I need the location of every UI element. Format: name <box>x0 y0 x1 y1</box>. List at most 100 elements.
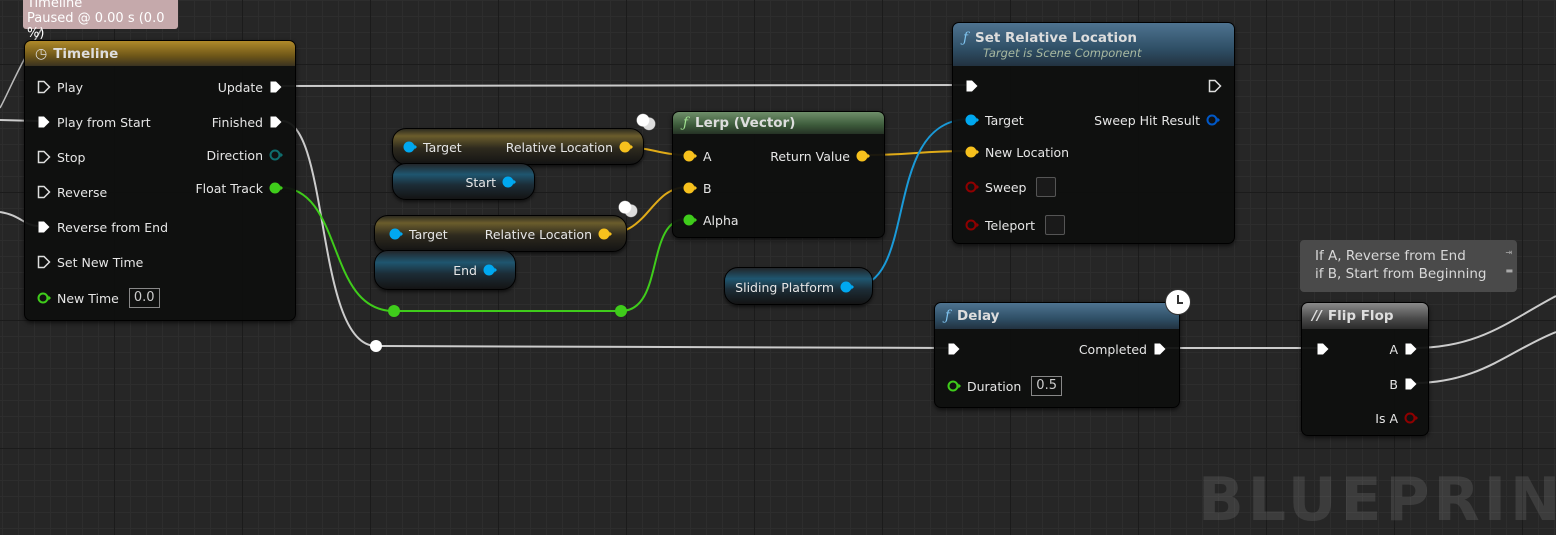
macro-icon: // <box>1312 308 1322 324</box>
pin-label: New Time <box>57 290 119 306</box>
lerp-vector-node[interactable]: ƒ Lerp (Vector) A B Alpha Return Value <box>672 111 885 238</box>
function-icon: ƒ <box>963 29 968 46</box>
comment-line: If A, Reverse from End <box>1315 248 1466 264</box>
pin-label: A <box>1389 341 1398 357</box>
play-pin[interactable] <box>37 80 51 94</box>
reroute-node[interactable] <box>388 305 400 317</box>
wire-exec <box>1413 295 1556 349</box>
clock-icon: ◷ <box>35 45 48 62</box>
pin-label: Stop <box>57 149 86 165</box>
pin-label: Alpha <box>703 212 739 228</box>
pure-node-icon <box>636 113 656 131</box>
set-relative-location-node[interactable]: ƒ Set Relative Location Target is Scene C… <box>952 22 1235 244</box>
update-pin[interactable] <box>269 80 283 94</box>
delay-node[interactable]: ƒ Delay Completed Duration 0.5 <box>934 302 1180 408</box>
pin-label: Return Value <box>770 148 850 164</box>
get-relative-location-node[interactable]: Target Relative Location <box>374 215 627 252</box>
node-comment-bubble[interactable]: If A, Reverse from End if B, Start from … <box>1300 240 1517 292</box>
node-title: Timeline <box>53 45 119 62</box>
pure-node-icon <box>618 200 638 218</box>
timeline-status-tooltip: Timeline Paused @ 0.00 s (0.0 %) <box>23 0 178 41</box>
delay-header[interactable]: ƒ Delay <box>935 303 1179 329</box>
start-variable-node[interactable]: Start <box>392 163 535 200</box>
timeline-header[interactable]: ◷ Timeline <box>25 41 295 66</box>
duration-pin[interactable] <box>947 379 961 393</box>
pin-comment-icon[interactable]: ⇥ ▬ <box>1505 244 1513 280</box>
teleport-pin[interactable] <box>965 218 979 232</box>
sweep-checkbox[interactable] <box>1036 177 1057 197</box>
float-track-pin[interactable] <box>269 181 283 195</box>
sweep-pin[interactable] <box>965 180 979 194</box>
tooltip-title: Timeline <box>27 0 83 11</box>
duration-input[interactable]: 0.5 <box>1031 376 1062 396</box>
pin-label: Sweep <box>985 179 1027 195</box>
wire-exec <box>281 84 967 87</box>
latent-clock-icon <box>1165 289 1191 315</box>
new-location-pin[interactable] <box>965 145 979 159</box>
reroute-node[interactable] <box>370 340 382 352</box>
comment-line: if B, Start from Beginning <box>1315 266 1487 282</box>
reroute-node[interactable] <box>615 305 627 317</box>
pin-label: B <box>1389 376 1398 392</box>
pin-label: New Location <box>985 144 1070 160</box>
timeline-node[interactable]: ◷ Timeline Play Play from Start Stop Reve… <box>24 40 296 321</box>
pin-label: Target <box>409 226 448 242</box>
sliding-platform-pin[interactable] <box>840 280 854 294</box>
exec-out-pin[interactable] <box>1208 79 1222 93</box>
set-relative-location-header[interactable]: ƒ Set Relative Location Target is Scene C… <box>953 23 1234 66</box>
flip-flop-node[interactable]: // Flip Flop A B Is A <box>1301 302 1429 436</box>
b-pin[interactable] <box>1404 377 1418 391</box>
end-variable-node[interactable]: End <box>374 250 516 290</box>
pin-label: End <box>453 262 477 278</box>
pin-label: Play from Start <box>57 114 151 130</box>
set-new-time-pin[interactable] <box>37 255 51 269</box>
is-a-pin[interactable] <box>1404 411 1418 425</box>
pin-label: Start <box>465 174 496 190</box>
completed-pin[interactable] <box>1153 342 1167 356</box>
relative-location-pin[interactable] <box>598 227 612 241</box>
wire-exec <box>1413 331 1556 384</box>
new-time-input[interactable]: 0.0 <box>128 288 160 308</box>
pin-label: B <box>703 180 712 196</box>
exec-in-pin[interactable] <box>947 342 961 356</box>
sweep-hit-result-pin[interactable] <box>1206 113 1220 127</box>
relative-location-pin[interactable] <box>619 140 633 154</box>
finished-pin[interactable] <box>269 115 283 129</box>
reverse-from-end-pin[interactable] <box>37 220 51 234</box>
exec-in-pin[interactable] <box>965 79 979 93</box>
sliding-platform-variable-node[interactable]: Sliding Platform <box>724 267 873 305</box>
pin-label: Target <box>985 112 1024 128</box>
node-title: Lerp (Vector) <box>695 115 796 131</box>
pin-label: Completed <box>1078 341 1147 357</box>
alpha-pin[interactable] <box>683 213 697 227</box>
blueprint-watermark: BLUEPRINT <box>1198 465 1556 535</box>
play-from-start-pin[interactable] <box>37 115 51 129</box>
direction-pin[interactable] <box>269 148 283 162</box>
pin-label: Target <box>423 139 462 155</box>
start-output-pin[interactable] <box>502 175 516 189</box>
flip-flop-header[interactable]: // Flip Flop <box>1302 303 1428 329</box>
new-time-pin[interactable] <box>37 291 51 305</box>
target-pin[interactable] <box>403 140 417 154</box>
exec-in-pin[interactable] <box>1316 342 1330 356</box>
b-pin[interactable] <box>683 181 697 195</box>
get-relative-location-node[interactable]: Target Relative Location <box>392 128 644 165</box>
tooltip-status: Paused @ 0.00 s (0.0 %) <box>27 11 165 41</box>
function-icon: ƒ <box>945 308 950 324</box>
a-pin[interactable] <box>1404 342 1418 356</box>
return-value-pin[interactable] <box>856 149 870 163</box>
lerp-header[interactable]: ƒ Lerp (Vector) <box>673 112 884 134</box>
end-output-pin[interactable] <box>483 263 497 277</box>
target-pin[interactable] <box>965 113 979 127</box>
node-subtitle: Target is Scene Component <box>983 45 1142 60</box>
pin-label: Is A <box>1375 410 1398 426</box>
pin-label: Sweep Hit Result <box>1094 112 1200 128</box>
node-title: Delay <box>957 308 1000 324</box>
pin-label: Update <box>217 79 263 95</box>
reverse-pin[interactable] <box>37 185 51 199</box>
target-pin[interactable] <box>389 227 403 241</box>
a-pin[interactable] <box>683 149 697 163</box>
stop-pin[interactable] <box>37 150 51 164</box>
teleport-checkbox[interactable] <box>1045 215 1065 235</box>
node-title: Flip Flop <box>1327 308 1394 324</box>
